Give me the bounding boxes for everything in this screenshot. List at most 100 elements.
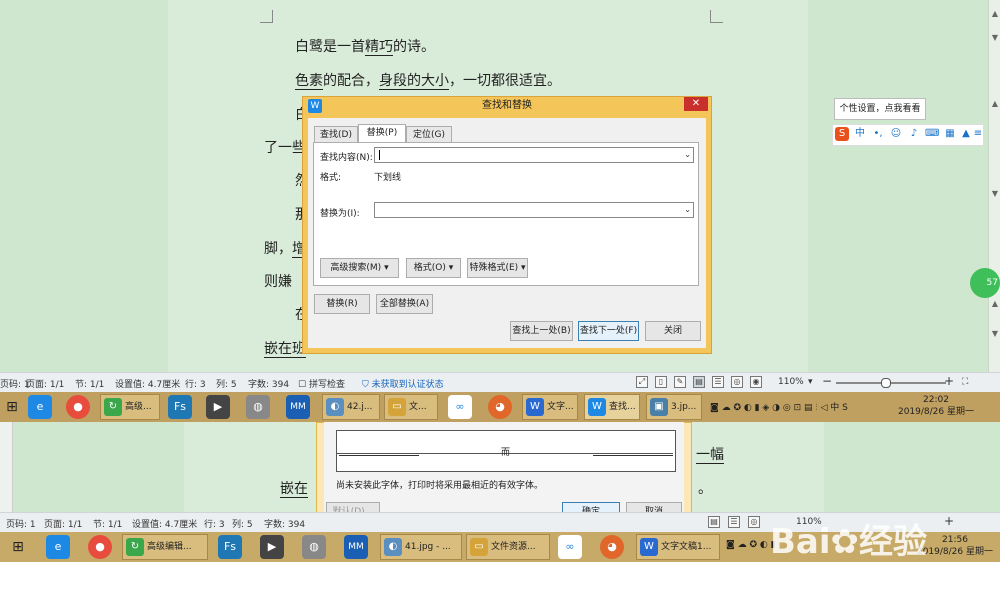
scroll-icon[interactable]: ▼ — [991, 34, 999, 42]
ime-tooltip[interactable]: 个性设置，点我看看 — [834, 98, 926, 120]
ime-mode-icon[interactable]: 中 — [853, 127, 867, 141]
taskbar-app-button-active[interactable]: W 查找... — [584, 394, 640, 420]
web-view-icon[interactable]: ◎ — [748, 516, 760, 528]
taskbar-app-button[interactable]: ◐ 42.j... — [322, 394, 380, 420]
text-cursor — [379, 150, 380, 160]
taskbar-app-button[interactable]: ↻ 高级编辑... — [122, 534, 208, 560]
scroll-icon[interactable]: ▲ — [991, 300, 999, 308]
font-note: 尚未安装此字体，打印时将采用最相近的有效字体。 — [336, 481, 544, 491]
certification-status[interactable]: ⛉ 未获取到认证状态 — [362, 377, 444, 390]
media-app-icon[interactable]: ◍ — [302, 535, 326, 559]
app-icon: ↻ — [126, 537, 144, 556]
wps-app-icon: W — [308, 99, 322, 113]
ie-browser-icon[interactable]: e — [46, 535, 70, 559]
sogou-logo-icon[interactable]: S — [835, 127, 849, 141]
zoom-in-button[interactable]: + — [944, 514, 954, 528]
format-button[interactable]: 格式(O) ▾ — [406, 258, 461, 278]
scroll-down-icon[interactable]: ▼ — [991, 330, 999, 338]
vertical-scrollbar[interactable]: ▲ ▼ ▲ ▼ ▲ ▼ — [988, 0, 1000, 372]
emoji-icon[interactable]: ☺ — [889, 127, 903, 141]
taskbar-app-button[interactable]: ◐ 41.jpg - ... — [380, 534, 462, 560]
tab-replace[interactable]: 替换(P) — [358, 124, 406, 143]
replace-all-button[interactable]: 全部替换(A) — [376, 294, 433, 314]
chevron-down-icon[interactable]: ⌄ — [684, 150, 691, 160]
outline-view-icon[interactable]: ☰ — [712, 376, 724, 388]
microphone-icon[interactable]: ♪ — [907, 127, 921, 141]
chevron-down-icon[interactable]: ⌄ — [684, 205, 691, 215]
video-clapper-icon[interactable]: ▶ — [260, 535, 284, 559]
punctuation-icon[interactable]: •, — [871, 127, 885, 141]
system-clock[interactable]: 22:02 2019/8/26 星期一 — [896, 394, 976, 418]
spell-check-icon: ☐ — [298, 380, 307, 390]
replace-input[interactable]: ⌄ — [374, 202, 694, 218]
tab-goto[interactable]: 定位(G) — [406, 126, 452, 142]
scroll-up-icon[interactable]: ▲ — [991, 10, 999, 18]
ie-browser-icon[interactable]: e — [28, 395, 52, 419]
taskbar-app-button[interactable]: ▭ 文件资源... — [466, 534, 550, 560]
doc-lower-text: 嵌在 — [280, 481, 308, 498]
replace-button[interactable]: 替换(R) — [314, 294, 370, 314]
status-word-count[interactable]: 字数: 394 — [264, 517, 305, 530]
menu-icon[interactable]: ≡ — [971, 127, 985, 141]
fs-app-icon[interactable]: Fs — [168, 395, 192, 419]
cloud-sync-icon[interactable]: ∞ — [558, 535, 582, 559]
firefox-icon[interactable]: ◕ — [600, 535, 624, 559]
taskbar-app-button[interactable]: ↻ 高级... — [100, 394, 160, 420]
ime-toolbar[interactable]: S 中 •, ☺ ♪ ⌨ ▦ ▲ ≡ — [832, 124, 984, 146]
taskbar-app-button[interactable]: W 文字... — [522, 394, 578, 420]
dropdown-arrow-icon: ▾ — [384, 263, 389, 273]
status-col: 列: 5 — [232, 520, 253, 530]
scroll-icon[interactable]: ▼ — [991, 190, 999, 198]
video-clapper-icon[interactable]: ▶ — [206, 395, 230, 419]
zoom-dropdown-icon[interactable]: ▾ — [808, 377, 813, 387]
keyboard-icon[interactable]: ⌨ — [925, 127, 939, 141]
shield-icon: ⛉ — [362, 380, 369, 390]
media-app-icon[interactable]: ◍ — [246, 395, 270, 419]
preview-underline — [339, 455, 419, 456]
side-badge[interactable]: 57 — [970, 268, 1000, 298]
scroll-icon[interactable]: ▲ — [991, 100, 999, 108]
edit-mode-icon[interactable]: ✎ — [674, 376, 686, 388]
fit-window-icon[interactable]: ⛶ — [962, 377, 968, 387]
zoom-level[interactable]: 110% — [778, 377, 804, 387]
tray-icons[interactable]: ◙ ☁ ✪ ◐ ▮ ◈ ◑ ◎ ⊡ ▤ ⫶ ◁ 中 S — [710, 400, 848, 413]
status-word-count[interactable]: 字数: 394 — [248, 377, 289, 390]
tab-find[interactable]: 查找(D) — [314, 126, 358, 142]
fullscreen-icon[interactable]: ⤢ — [636, 376, 648, 388]
read-mode-icon[interactable]: ▯ — [655, 376, 667, 388]
app-color-ball-icon[interactable]: ● — [88, 535, 112, 559]
outline-view-icon[interactable]: ☰ — [728, 516, 740, 528]
doc-line-2: 色素的配合，身段的大小，一切都很适宜。 — [295, 73, 561, 90]
zoom-out-button[interactable]: − — [822, 374, 832, 388]
zoom-slider[interactable] — [836, 382, 946, 384]
find-previous-button[interactable]: 查找上一处(B) — [510, 321, 573, 341]
find-next-button[interactable]: 查找下一处(F) — [578, 321, 639, 341]
advanced-search-button[interactable]: 高级搜索(M) ▾ — [320, 258, 399, 278]
eye-protection-icon[interactable]: ◉ — [750, 376, 762, 388]
tray-icons[interactable]: ◙ ☁ ✪ ◐ ▮ — [726, 540, 776, 550]
special-format-button[interactable]: 特殊格式(E) ▾ — [467, 258, 528, 278]
taskbar-app-button[interactable]: ▣ 3.jp... — [646, 394, 702, 420]
taskbar-app-button[interactable]: ▭ 文... — [384, 394, 438, 420]
zoom-in-button[interactable]: + — [944, 374, 954, 388]
app-color-ball-icon[interactable]: ● — [66, 395, 90, 419]
cloud-sync-icon[interactable]: ∞ — [448, 395, 472, 419]
toolbox-icon[interactable]: ▦ — [943, 127, 957, 141]
zoom-slider-handle[interactable] — [881, 378, 891, 388]
page-view-icon[interactable]: ▤ — [708, 516, 720, 528]
watermark-logo: Bai✿经验 — [770, 522, 928, 562]
web-view-icon[interactable]: ◎ — [731, 376, 743, 388]
fs-app-icon[interactable]: Fs — [218, 535, 242, 559]
start-windows-icon[interactable]: ⊞ — [0, 395, 24, 419]
close-button[interactable]: 关闭 — [645, 321, 701, 341]
page-view-icon[interactable]: ▤ — [693, 376, 705, 388]
find-input[interactable]: ⌄ — [374, 147, 694, 163]
start-windows-icon[interactable]: ⊞ — [6, 535, 30, 559]
mm-app-icon[interactable]: MM — [286, 395, 310, 419]
taskbar-app-button[interactable]: W 文字文稿1... — [636, 534, 720, 560]
spell-check-toggle[interactable]: ☐ 拼写检查 — [298, 377, 345, 390]
status-section: 节: 1/1 — [75, 380, 105, 390]
close-icon[interactable]: ✕ — [684, 97, 708, 111]
mm-app-icon[interactable]: MM — [344, 535, 368, 559]
firefox-icon[interactable]: ◕ — [488, 395, 512, 419]
